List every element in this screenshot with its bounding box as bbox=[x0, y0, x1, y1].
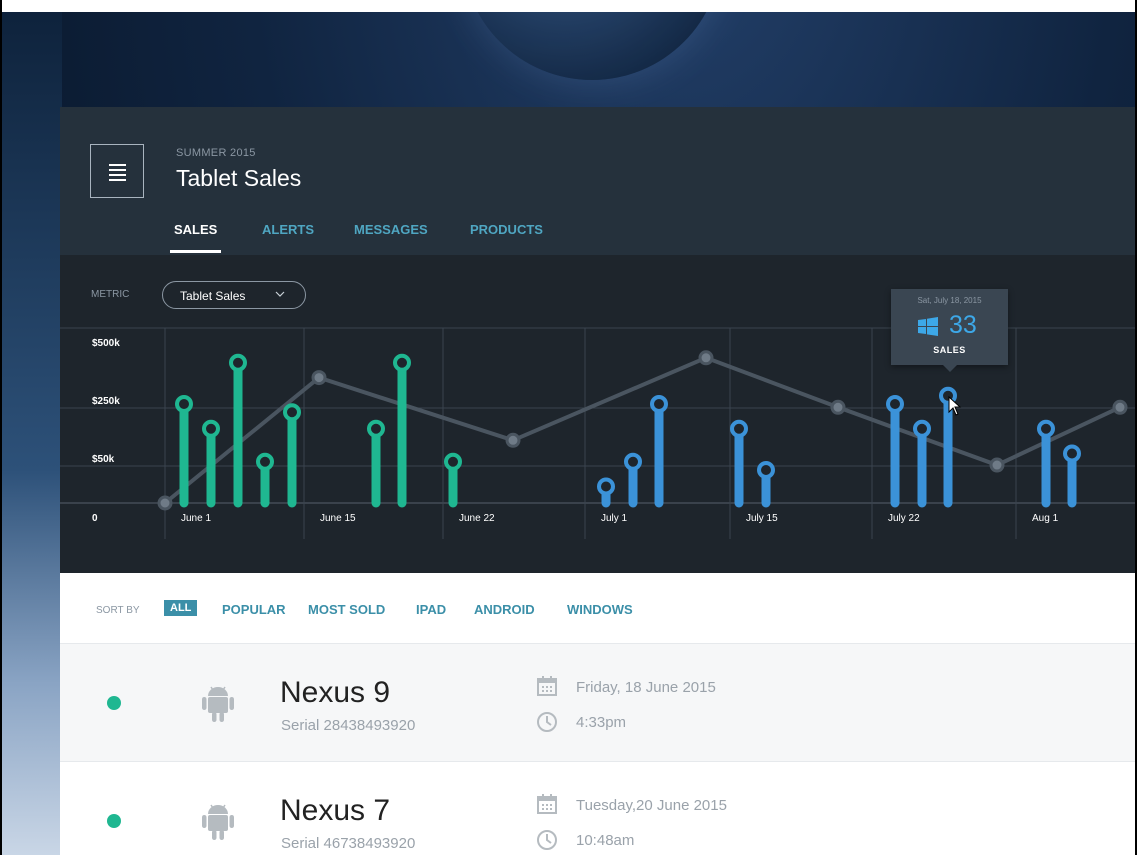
android-icon bbox=[202, 686, 234, 722]
menu-button[interactable] bbox=[90, 144, 144, 198]
bar-point bbox=[886, 395, 904, 413]
x-tick-label: June 1 bbox=[181, 513, 211, 524]
dashboard-window: SUMMER 2015 Tablet Sales SALES ALERTS ME… bbox=[60, 107, 1137, 855]
sort-option-android[interactable]: ANDROID bbox=[474, 602, 535, 617]
list-item[interactable]: Nexus 9 Serial 28438493920 Friday, 18 Ju… bbox=[60, 644, 1137, 762]
planet-image bbox=[462, 0, 722, 80]
sort-option-all[interactable]: ALL bbox=[164, 600, 198, 616]
trend-point bbox=[505, 432, 521, 448]
y-tick-label: 0 bbox=[92, 513, 98, 524]
trend-point bbox=[698, 350, 714, 366]
bar-point bbox=[913, 419, 931, 438]
x-tick-label: July 1 bbox=[601, 513, 628, 524]
y-tick-label: $250k bbox=[92, 396, 120, 407]
tooltip-date: Sat, July 18, 2015 bbox=[917, 296, 982, 305]
menu-icon-line bbox=[109, 174, 126, 176]
bar-point bbox=[650, 395, 668, 413]
trend-line bbox=[163, 355, 1121, 505]
background-left bbox=[0, 0, 62, 855]
chart-tooltip: Sat, July 18, 2015 33 SALES bbox=[891, 289, 1008, 372]
bar-point bbox=[202, 419, 220, 438]
bar-point bbox=[256, 452, 274, 471]
trend-point bbox=[311, 370, 327, 386]
sort-option-ipad[interactable]: IPAD bbox=[416, 602, 446, 617]
calendar-icon bbox=[537, 676, 557, 696]
status-dot bbox=[107, 696, 121, 710]
device-date: Friday, 18 June 2015 bbox=[576, 679, 716, 696]
x-tick-label: June 22 bbox=[459, 513, 495, 524]
android-icon bbox=[202, 804, 234, 840]
menu-icon bbox=[109, 164, 126, 166]
sort-option-popular[interactable]: POPULAR bbox=[222, 602, 286, 617]
bar-point bbox=[757, 461, 775, 479]
y-tick-label: $50k bbox=[92, 454, 115, 465]
chevron-down-icon bbox=[275, 291, 285, 297]
trend-point bbox=[1112, 399, 1128, 415]
frame-left bbox=[0, 0, 2, 855]
trend-point bbox=[989, 457, 1005, 473]
windows-icon bbox=[918, 317, 938, 336]
status-dot bbox=[107, 814, 121, 828]
x-tick-label: July 15 bbox=[746, 513, 778, 524]
tooltip-value: 33 bbox=[949, 311, 977, 339]
device-time: 4:33pm bbox=[576, 714, 627, 731]
bar-point bbox=[444, 452, 462, 471]
device-time: 10:48am bbox=[576, 832, 635, 849]
x-tick-label: Aug 1 bbox=[1032, 513, 1059, 524]
x-tick-label: June 15 bbox=[320, 513, 356, 524]
bar-point bbox=[1037, 419, 1055, 438]
bar-point bbox=[393, 353, 411, 372]
bar-point bbox=[624, 452, 642, 471]
frame-top bbox=[0, 0, 1137, 12]
device-date: Tuesday,20 June 2015 bbox=[576, 797, 727, 814]
mouse-cursor-icon bbox=[948, 396, 962, 416]
device-serial: Serial 28438493920 bbox=[281, 717, 416, 734]
sales-chart-panel: June 1 June 15 June 22 July 1 July 15 July 22… bbox=[60, 255, 1137, 573]
calendar-icon bbox=[537, 794, 557, 814]
bar-point bbox=[283, 403, 301, 422]
header: SUMMER 2015 Tablet Sales SALES ALERTS ME… bbox=[60, 107, 1137, 256]
page-subtitle: SUMMER 2015 bbox=[176, 147, 256, 159]
tab-sales[interactable]: SALES bbox=[170, 222, 222, 254]
bar-point bbox=[229, 353, 247, 372]
bar-point bbox=[367, 419, 385, 438]
tab-messages[interactable]: MESSAGES bbox=[350, 222, 432, 254]
page-title: Tablet Sales bbox=[176, 165, 302, 191]
bar-point bbox=[175, 395, 193, 413]
clock-icon bbox=[537, 830, 557, 850]
sort-option-most-sold[interactable]: MOST SOLD bbox=[308, 602, 385, 617]
bar-point bbox=[1063, 444, 1081, 463]
x-tick-label: July 22 bbox=[888, 513, 920, 524]
device-serial: Serial 46738493920 bbox=[281, 835, 416, 852]
tab-products[interactable]: PRODUCTS bbox=[466, 222, 547, 254]
trend-point bbox=[830, 399, 846, 415]
y-tick-label: $500k bbox=[92, 338, 120, 349]
sort-bar: SORT BY ALL POPULAR MOST SOLD IPAD ANDRO… bbox=[60, 573, 1137, 644]
menu-icon-line bbox=[109, 169, 126, 171]
metric-dropdown[interactable]: Tablet Sales bbox=[162, 281, 306, 309]
device-name: Nexus 9 bbox=[280, 676, 391, 709]
metric-selected-value: Tablet Sales bbox=[180, 289, 246, 303]
trend-point bbox=[157, 495, 173, 511]
sort-label: SORT BY bbox=[96, 605, 140, 616]
sort-option-windows[interactable]: WINDOWS bbox=[567, 602, 633, 617]
device-name: Nexus 7 bbox=[280, 794, 391, 827]
metric-label: METRIC bbox=[91, 289, 130, 300]
list-item[interactable]: Nexus 7 Serial 46738493920 Tuesday,20 Ju… bbox=[60, 762, 1137, 855]
bar-point bbox=[597, 477, 615, 496]
tab-alerts[interactable]: ALERTS bbox=[258, 222, 318, 254]
menu-icon-line bbox=[109, 179, 126, 181]
tooltip-label: SALES bbox=[933, 345, 966, 355]
bar-point bbox=[730, 419, 748, 438]
clock-icon bbox=[537, 712, 557, 732]
